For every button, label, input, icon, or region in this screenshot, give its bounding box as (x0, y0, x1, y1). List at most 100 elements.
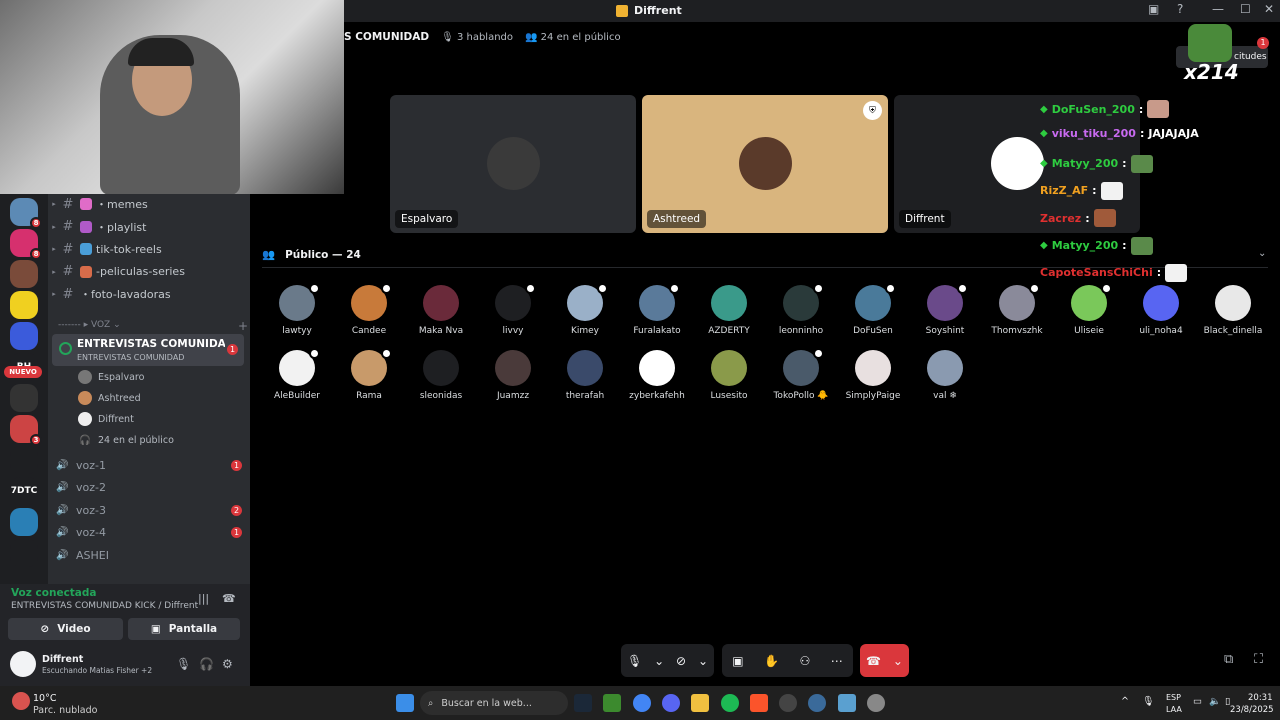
weather-temp[interactable]: 10°C (33, 693, 56, 704)
screen-share-button[interactable]: ▣ Pantalla (128, 618, 240, 640)
more-options-icon[interactable]: ⋯ (831, 654, 843, 668)
audience-member[interactable]: Maka Nva (405, 285, 477, 345)
fullscreen-icon[interactable]: ⛶ (1254, 652, 1263, 667)
voice-channel-detail[interactable]: ENTREVISTAS COMUNIDAD KICK / Diffrent (11, 601, 198, 611)
notepad-icon[interactable] (838, 694, 856, 712)
audience-member[interactable]: AleBuilder (261, 348, 333, 410)
stage-member[interactable]: 🎧 24 en el público (78, 431, 174, 449)
close-button[interactable]: ✕ (1264, 2, 1274, 16)
audience-member[interactable]: leonninho (765, 283, 837, 345)
mic-options-chevron-icon[interactable]: ⌄ (654, 654, 664, 668)
server-icon[interactable]: 8 (10, 198, 42, 229)
chrome-icon[interactable] (633, 694, 651, 712)
popout-icon[interactable]: ⧉ (1224, 652, 1233, 667)
microphone-icon[interactable]: 🎙 (176, 657, 191, 671)
audience-member[interactable]: Black_dinella (1197, 285, 1269, 345)
audience-member[interactable]: Juamzz (477, 350, 549, 410)
audience-member[interactable]: Rama (333, 348, 405, 410)
audience-member[interactable]: TokoPollo 🐥 (765, 348, 837, 410)
start-button-windows-icon[interactable] (396, 694, 414, 712)
audience-member[interactable]: sleonidas (405, 350, 477, 410)
server-icon[interactable] (10, 384, 38, 412)
weather-desc[interactable]: Parc. nublado (33, 705, 97, 716)
disconnect-icon[interactable]: ☎ (222, 592, 236, 605)
server-icon[interactable]: 8 (10, 229, 42, 260)
tray-mic-icon[interactable]: 🎙 (1142, 696, 1154, 707)
audience-member[interactable]: Furalakato (621, 283, 693, 345)
clock-time[interactable]: 20:31 (1248, 693, 1273, 703)
server-icon[interactable] (10, 322, 38, 350)
network-icon[interactable]: ▭ (1193, 696, 1202, 707)
audience-member[interactable]: therafah (549, 350, 621, 410)
leave-options-chevron-icon[interactable]: ⌄ (893, 654, 903, 668)
steam-icon[interactable] (574, 694, 592, 712)
noise-suppression-icon[interactable]: ||| (198, 592, 209, 605)
video-button[interactable]: ⊘ Video (8, 618, 123, 640)
audience-member[interactable]: AZDERTY (693, 285, 765, 345)
voice-category-header[interactable]: ------- ▸ VOZ ⌄ + (58, 319, 248, 333)
obs-icon[interactable] (779, 694, 797, 712)
voice-channel[interactable]: 🔊 voz-1 1 (56, 455, 242, 475)
audience-member[interactable]: uli_noha4 (1125, 285, 1197, 345)
inbox-icon[interactable]: ▣ (1148, 2, 1159, 16)
settings-gear-icon[interactable]: ⚙ (222, 657, 233, 671)
user-avatar[interactable] (10, 651, 36, 677)
audience-member[interactable]: SimplyPaige (837, 350, 909, 410)
add-channel-icon[interactable]: + (238, 319, 248, 333)
audience-member[interactable]: Uliseie (1053, 283, 1125, 345)
headphones-icon[interactable]: 🎧 (199, 657, 214, 671)
volume-icon[interactable]: 🔈 (1209, 696, 1221, 707)
leave-stage-button[interactable]: ☎ ⌄ (860, 644, 909, 677)
spotify-icon[interactable] (721, 694, 739, 712)
server-icon[interactable] (10, 508, 38, 536)
voice-channel[interactable]: 🔊 voz-3 2 (56, 500, 242, 520)
text-channel[interactable]: ▸ # tik-tok-reels (48, 239, 248, 259)
text-channel[interactable]: ▸ # ・playlist (48, 217, 248, 237)
maximize-button[interactable]: ☐ (1240, 2, 1251, 16)
audience-member[interactable]: Thomvszhk (981, 283, 1053, 345)
audience-member[interactable]: val ❄ (909, 350, 981, 410)
discord-icon[interactable] (662, 694, 680, 712)
camera-options-chevron-icon[interactable]: ⌄ (698, 654, 708, 668)
stage-member[interactable]: Ashtreed (78, 389, 141, 407)
mute-button-icon[interactable]: 🎙 (627, 654, 642, 668)
audience-member[interactable]: livvy (477, 283, 549, 345)
stage-member[interactable]: Espalvaro (78, 368, 144, 386)
raise-hand-off-icon[interactable]: ✋ (764, 654, 779, 668)
audience-member[interactable]: Lusesito (693, 350, 765, 410)
audience-member[interactable]: lawtyy (261, 283, 333, 345)
server-icon[interactable]: 7DTC (10, 477, 38, 505)
audience-member[interactable]: zyberkafehh (621, 350, 693, 410)
audience-member[interactable]: Candee (333, 283, 405, 345)
minecraft-icon[interactable] (603, 694, 621, 712)
tray-chevron-icon[interactable]: ^ (1121, 696, 1129, 707)
text-channel[interactable]: ▸ # -peliculas-series (48, 262, 248, 282)
language-code[interactable]: ESP (1166, 693, 1181, 702)
app-icon[interactable] (808, 694, 826, 712)
voice-channel[interactable]: 🔊 ASHEI (56, 545, 242, 565)
share-screen-icon[interactable]: ▣ (732, 654, 743, 668)
keyboard-layout[interactable]: LAA (1166, 705, 1182, 714)
clock-date[interactable]: 23/8/2025 (1230, 705, 1274, 715)
server-icon[interactable] (10, 539, 38, 567)
text-channel[interactable]: ▸ # ・memes (48, 194, 248, 214)
camera-off-icon[interactable]: ⊘ (676, 654, 686, 668)
minimize-button[interactable]: — (1212, 2, 1224, 16)
audience-member[interactable]: Soyshint (909, 283, 981, 345)
help-icon[interactable]: ? (1177, 2, 1183, 16)
server-icon[interactable] (10, 446, 38, 474)
text-channel[interactable]: ▸ # ・foto-lavadoras (48, 284, 248, 304)
brave-browser-icon[interactable] (750, 694, 768, 712)
collapse-audience-chevron-icon[interactable]: ⌄ (1258, 248, 1266, 259)
speaker-tile[interactable]: ⛨ Ashtreed (642, 95, 888, 233)
stage-member[interactable]: Diffrent (78, 410, 134, 428)
voice-channel[interactable]: 🔊 voz-2 (56, 478, 242, 498)
server-icon[interactable] (10, 291, 38, 319)
voice-channel[interactable]: 🔊 voz-4 1 (56, 523, 242, 543)
audience-member[interactable]: Kimey (549, 283, 621, 345)
file-explorer-icon[interactable] (691, 694, 709, 712)
stage-channel[interactable]: ENTREVISTAS COMUNIDAD KICK ENTREVISTAS C… (52, 334, 244, 366)
settings-icon[interactable] (867, 694, 885, 712)
speaker-tile[interactable]: Espalvaro (390, 95, 636, 233)
taskbar-search[interactable]: ⌕ Buscar en la web... (420, 691, 568, 715)
